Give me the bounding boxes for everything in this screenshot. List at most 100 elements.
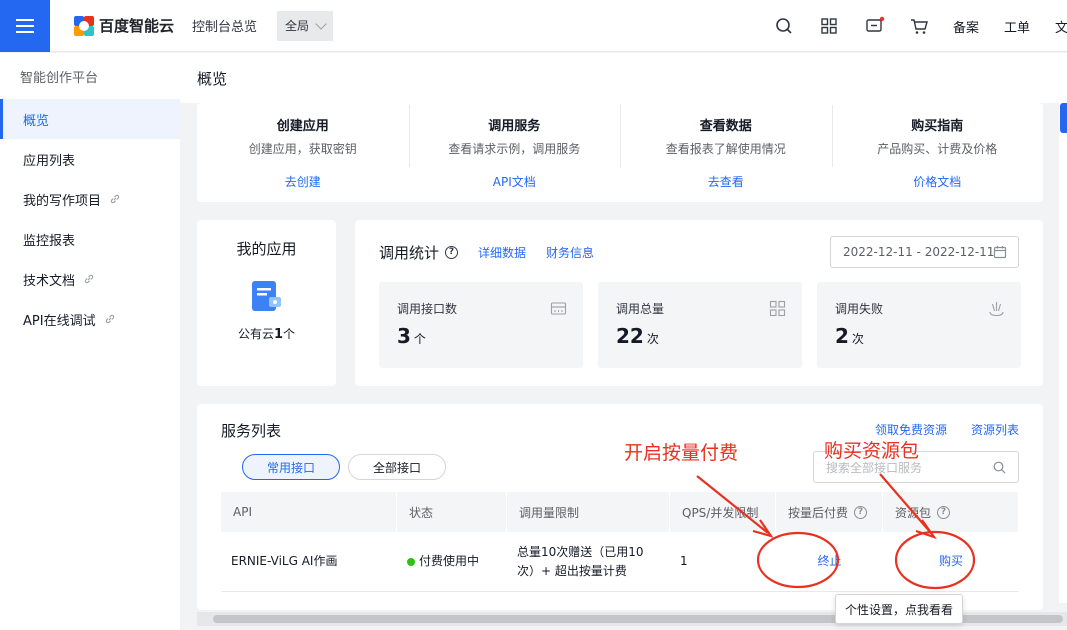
call-limit-line2: 次）+ 超出按量计费 bbox=[517, 563, 627, 578]
sidebar-item-label: 技术文档 bbox=[23, 273, 76, 289]
terminate-postpaid-link[interactable]: 终止 bbox=[776, 532, 883, 592]
app-icon[interactable] bbox=[249, 279, 285, 315]
sidebar-title: 智能创作平台 bbox=[20, 70, 99, 86]
guide-title: 查看数据 bbox=[699, 119, 752, 134]
resource-list-link[interactable]: 资源列表 bbox=[971, 421, 1019, 438]
call-limit-text: 总量10次赠送（已用10 次）+ 超出按量计费 bbox=[517, 543, 644, 581]
cart-icon[interactable] bbox=[908, 15, 930, 37]
personalize-tooltip[interactable]: 个性设置，点我看看 bbox=[835, 594, 963, 624]
external-link-icon bbox=[110, 194, 120, 204]
qps-limit: 1 bbox=[670, 532, 776, 592]
table-row: ERNIE-ViLG AI作画 付费使用中 总量10次赠送（已用10 次）+ 超出… bbox=[221, 532, 1019, 592]
panel-tab[interactable] bbox=[1060, 103, 1067, 133]
guide-card: 创建应用 创建应用，获取密钥 去创建 调用服务 查看请求示例，调用服务 API文… bbox=[197, 103, 1043, 202]
stat-unit: 次 bbox=[646, 332, 659, 346]
buy-package-link[interactable]: 购买 bbox=[883, 532, 1019, 592]
price-docs-link[interactable]: 价格文档 bbox=[913, 173, 961, 190]
detail-data-link[interactable]: 详细数据 bbox=[478, 244, 526, 261]
annotation-postpaid: 开启按量付费 bbox=[624, 442, 739, 464]
help-icon[interactable]: ? bbox=[445, 246, 459, 259]
brand-name: 百度智能云 bbox=[99, 17, 175, 35]
guide-desc: 创建应用，获取密钥 bbox=[248, 142, 357, 156]
help-icon[interactable]: ? bbox=[854, 505, 868, 519]
message-icon[interactable] bbox=[863, 15, 885, 37]
menu-icon[interactable] bbox=[0, 0, 50, 52]
sidebar: 智能创作平台 概览 应用列表 我的写作项目 监控报表 技术文档 API在线调试 bbox=[0, 53, 180, 630]
guide-desc: 查看请求示例，调用服务 bbox=[448, 142, 581, 156]
sidebar-item-tech-docs[interactable]: 技术文档 bbox=[0, 259, 180, 299]
filing-link[interactable]: 备案 bbox=[953, 17, 979, 36]
docs-link[interactable]: 文 bbox=[1055, 17, 1067, 36]
guide-title: 调用服务 bbox=[488, 119, 541, 134]
api-docs-link[interactable]: API文档 bbox=[493, 173, 536, 190]
search-icon[interactable] bbox=[993, 461, 1006, 474]
column-header: API bbox=[221, 492, 397, 532]
finance-info-link[interactable]: 财务信息 bbox=[546, 244, 594, 261]
stat-value: 2次 bbox=[835, 324, 864, 348]
sidebar-item-label: 应用列表 bbox=[23, 153, 76, 169]
sidebar-item-app-list[interactable]: 应用列表 bbox=[0, 139, 180, 179]
sidebar-item-monitoring[interactable]: 监控报表 bbox=[0, 219, 180, 259]
guide-create-app: 创建应用 创建应用，获取密钥 去创建 bbox=[197, 103, 409, 202]
stats-title: 调用统计 bbox=[379, 244, 440, 262]
stat-number: 2 bbox=[835, 324, 849, 348]
sidebar-item-label: 监控报表 bbox=[23, 233, 76, 249]
guide-title: 购买指南 bbox=[911, 119, 964, 134]
search-icon[interactable] bbox=[773, 15, 795, 37]
sidebar-item-api-debug[interactable]: API在线调试 bbox=[0, 299, 180, 339]
go-create-link[interactable]: 去创建 bbox=[285, 173, 321, 190]
stat-failed-calls: 调用失败 2次 bbox=[817, 282, 1021, 368]
call-limit: 总量10次赠送（已用10 次）+ 超出按量计费 bbox=[507, 532, 670, 592]
guide-view-data: 查看数据 查看报表了解使用情况 去查看 bbox=[620, 103, 832, 202]
status-badge: 付费使用中 bbox=[397, 532, 507, 592]
tab-common-apis[interactable]: 常用接口 bbox=[242, 454, 340, 480]
call-stats-card: 调用统计 ? 详细数据 财务信息 2022-12-11 - 2022-12-11… bbox=[355, 220, 1043, 386]
guide-call-service: 调用服务 查看请求示例，调用服务 API文档 bbox=[408, 103, 621, 202]
go-view-link[interactable]: 去查看 bbox=[708, 173, 744, 190]
date-range-picker[interactable]: 2022-12-11 - 2022-12-11 bbox=[830, 236, 1019, 268]
top-bar: 百度智能云 控制台总览 全局 备案 工单 文 bbox=[0, 0, 1067, 52]
right-panel-edge bbox=[1059, 103, 1067, 603]
column-header-label: 资源包 bbox=[895, 505, 932, 520]
guide-title: 创建应用 bbox=[276, 119, 329, 134]
region-select[interactable]: 全局 bbox=[277, 10, 334, 41]
column-header: 资源包? bbox=[883, 492, 1019, 532]
help-icon[interactable]: ? bbox=[937, 505, 951, 519]
column-header: 状态 bbox=[397, 492, 507, 532]
call-limit-line1: 总量10次赠送（已用10 bbox=[517, 544, 644, 559]
date-range-value: 2022-12-11 - 2022-12-11 bbox=[843, 245, 995, 259]
column-header: 按量后付费? bbox=[776, 492, 883, 532]
brand-logo[interactable]: 百度智能云 bbox=[74, 15, 174, 36]
external-link-icon bbox=[105, 314, 114, 324]
stat-label: 调用总量 bbox=[616, 302, 665, 316]
guide-purchase: 购买指南 产品购买、计费及价格 价格文档 bbox=[831, 103, 1044, 202]
stat-unit: 次 bbox=[851, 332, 864, 346]
stat-value: 22 次 bbox=[616, 324, 659, 348]
sidebar-item-overview[interactable]: 概览 bbox=[0, 99, 180, 139]
column-header-label: 按量后付费 bbox=[788, 505, 849, 520]
ticket-link[interactable]: 工单 bbox=[1004, 17, 1030, 36]
stat-number: 3 bbox=[397, 324, 411, 348]
sidebar-item-label: 概览 bbox=[23, 113, 50, 129]
chevron-down-icon bbox=[315, 17, 327, 30]
sidebar-item-label: API在线调试 bbox=[23, 313, 96, 329]
guide-desc: 查看报表了解使用情况 bbox=[665, 142, 786, 156]
external-link-icon bbox=[84, 274, 94, 284]
apps-icon[interactable] bbox=[818, 15, 840, 37]
console-overview-link[interactable]: 控制台总览 bbox=[192, 16, 257, 35]
annotation-package: 购买资源包 bbox=[824, 440, 920, 462]
sidebar-item-writing-projects[interactable]: 我的写作项目 bbox=[0, 179, 180, 219]
service-list-card: 服务列表 领取免费资源 资源列表 常用接口 全部接口 搜索全部接口服务 API … bbox=[197, 404, 1043, 610]
region-value: 全局 bbox=[285, 19, 310, 33]
fail-icon bbox=[989, 302, 1004, 317]
sidebar-item-label: 我的写作项目 bbox=[23, 193, 102, 209]
calendar-icon bbox=[993, 246, 1007, 259]
my-app-card: 我的应用 公有云1个 bbox=[197, 220, 336, 386]
my-app-title: 我的应用 bbox=[236, 240, 297, 258]
stat-number: 22 bbox=[616, 324, 644, 348]
stat-label: 调用失败 bbox=[835, 302, 884, 316]
api-name: ERNIE-ViLG AI作画 bbox=[221, 532, 397, 592]
app-count-value: 1 bbox=[273, 327, 284, 342]
tab-all-apis[interactable]: 全部接口 bbox=[348, 454, 446, 480]
stat-value: 3个 bbox=[397, 324, 426, 348]
